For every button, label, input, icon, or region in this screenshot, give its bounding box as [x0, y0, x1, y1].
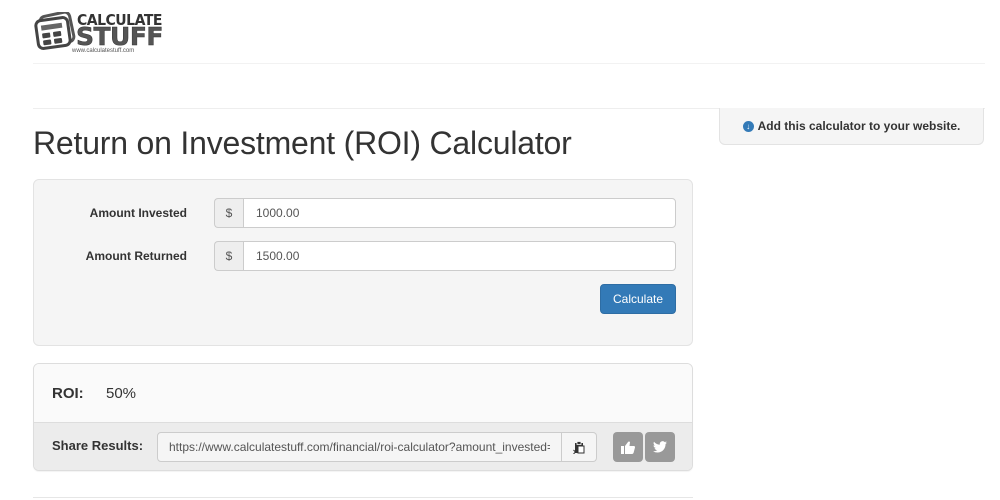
result-body: ROI: 50% — [34, 364, 692, 423]
share-footer: Share Results: — [34, 423, 692, 470]
calculator-form: Amount Invested $ Amount Returned $ Calc… — [33, 179, 693, 346]
like-button[interactable] — [613, 432, 643, 462]
amount-invested-row: Amount Invested $ — [34, 198, 692, 228]
copy-button[interactable] — [562, 432, 597, 462]
footer-divider — [33, 497, 693, 498]
download-circle-icon: ↓ — [742, 120, 754, 132]
share-url-group — [157, 432, 597, 462]
logo-word-stuff: STUFF — [76, 22, 164, 51]
twitter-icon — [653, 441, 667, 453]
calculate-button[interactable]: Calculate — [600, 284, 676, 314]
amount-returned-input[interactable] — [243, 241, 676, 271]
roi-label: ROI: — [52, 385, 84, 402]
embed-link-text: Add this calculator to your website. — [757, 119, 961, 133]
site-logo[interactable]: CALCULATE STUFF www.calculatestuff.com — [32, 10, 167, 54]
roi-value: 50% — [106, 385, 137, 402]
clipboard-icon — [573, 440, 585, 454]
amount-invested-group: $ — [214, 198, 676, 228]
embed-calculator-link[interactable]: ↓ Add this calculator to your website. — [719, 108, 984, 145]
amount-invested-input[interactable] — [243, 198, 676, 228]
amount-invested-label: Amount Invested — [89, 206, 187, 220]
page-title: Return on Investment (ROI) Calculator — [33, 125, 572, 161]
result-panel: ROI: 50% Share Results: — [33, 363, 693, 471]
dollar-prefix: $ — [214, 241, 243, 271]
thumbs-up-icon — [621, 441, 635, 454]
amount-returned-group: $ — [214, 241, 676, 271]
amount-returned-row: Amount Returned $ — [34, 241, 692, 271]
tweet-button[interactable] — [645, 432, 675, 462]
header-divider — [33, 63, 985, 64]
share-results-label: Share Results: — [52, 438, 144, 453]
logo-url: www.calculatestuff.com — [72, 48, 135, 54]
share-url-input[interactable] — [157, 432, 562, 462]
calculator-logo-icon — [34, 12, 76, 50]
dollar-prefix: $ — [214, 198, 243, 228]
amount-returned-label: Amount Returned — [85, 249, 187, 263]
